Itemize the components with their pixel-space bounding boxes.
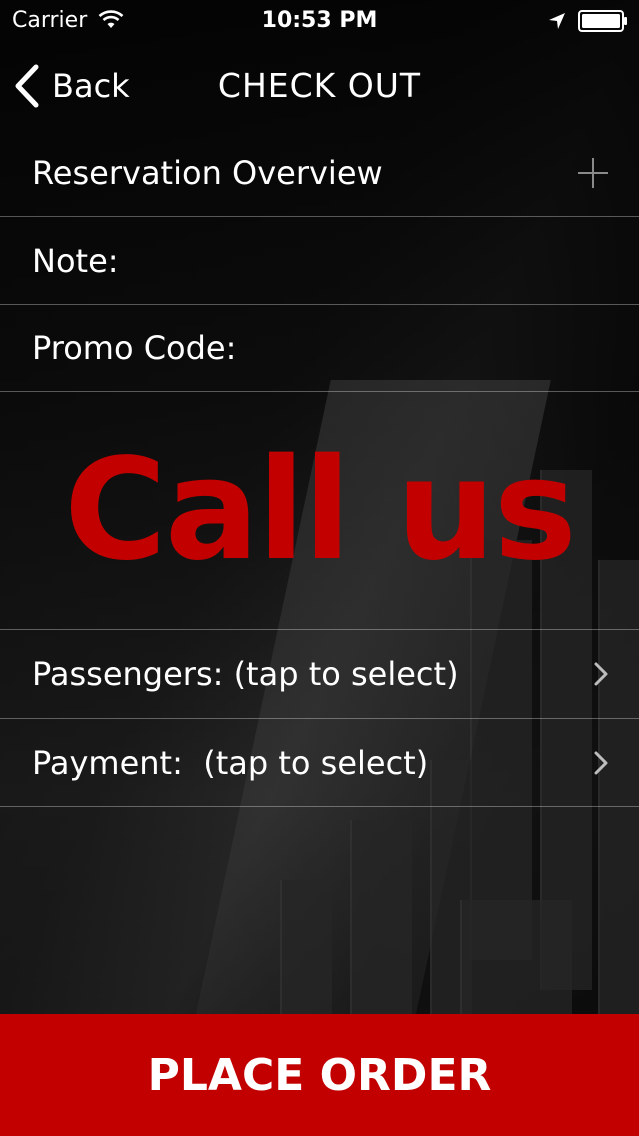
payment-row[interactable]: Payment: (tap to select) (0, 719, 639, 807)
plus-icon[interactable] (577, 157, 609, 189)
call-us-text: Call us (64, 428, 577, 592)
reservation-overview-row[interactable]: Reservation Overview (0, 130, 639, 217)
page-title: CHECK OUT (217, 66, 422, 105)
payment-label: Payment: (tap to select) (32, 743, 429, 782)
promo-code-row[interactable]: Promo Code: (0, 305, 639, 392)
building (280, 880, 332, 1020)
call-us-banner[interactable]: Call us (0, 392, 639, 630)
note-label: Note: (32, 241, 119, 280)
status-time: 10:53 PM (261, 8, 378, 33)
passengers-row[interactable]: Passengers: (tap to select) (0, 630, 639, 719)
promo-code-label: Promo Code: (32, 329, 237, 367)
chevron-right-icon (594, 751, 608, 774)
building (460, 900, 572, 1020)
location-arrow-icon (549, 13, 565, 29)
building (350, 820, 412, 1020)
navigation-bar: Back CHECK OUT (0, 42, 639, 130)
passengers-label: Passengers: (tap to select) (32, 655, 459, 693)
reservation-overview-label: Reservation Overview (32, 154, 383, 192)
place-order-button[interactable]: PLACE ORDER (0, 1014, 639, 1136)
place-order-label: PLACE ORDER (147, 1049, 492, 1101)
note-row[interactable]: Note: (0, 217, 639, 305)
status-bar: Carrier 10:53 PM (0, 0, 639, 42)
chevron-right-icon (594, 662, 608, 686)
battery-icon (578, 10, 627, 32)
